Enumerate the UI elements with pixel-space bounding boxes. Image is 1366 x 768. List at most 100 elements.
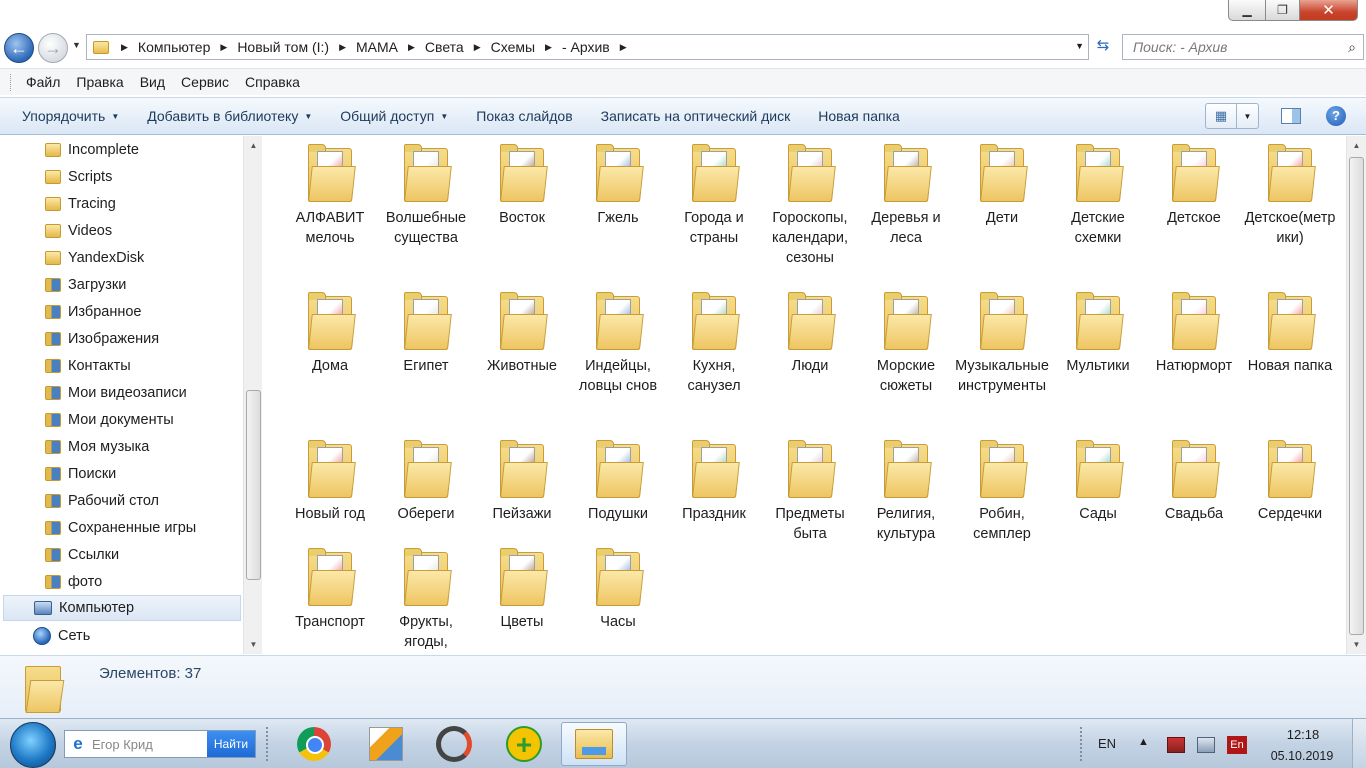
folder-item[interactable]: Религия, культура <box>859 432 953 544</box>
share-button[interactable]: Общий доступ ▼ <box>330 108 458 124</box>
address-bar[interactable]: ▶ Компьютер ▶ Новый том (I:) ▶ МАМА ▶ Света… <box>86 34 1089 60</box>
folder-item[interactable]: Индейцы, ловцы снов <box>571 284 665 396</box>
breadcrumb-schemes[interactable]: Схемы <box>491 39 535 55</box>
chevron-right-icon[interactable]: ▶ <box>474 42 481 53</box>
close-button[interactable]: ✕ <box>1300 0 1358 21</box>
folder-item[interactable]: АЛФАВИТ мелочь <box>283 136 377 248</box>
change-view-button[interactable]: ▦ <box>1205 103 1237 129</box>
folder-item[interactable]: Фрукты, ягоды, <box>379 540 473 652</box>
nav-item[interactable]: Контакты <box>45 353 131 379</box>
nav-item[interactable]: Scripts <box>45 164 112 190</box>
start-button[interactable] <box>10 722 56 768</box>
taskbar-search[interactable]: e Егор Крид Найти <box>64 730 256 758</box>
nav-item[interactable]: Ссылки <box>45 542 119 568</box>
folder-item[interactable]: Музыкальные инструменты <box>955 284 1049 396</box>
folder-item[interactable]: Детское <box>1147 136 1241 228</box>
nav-item[interactable]: Сохраненные игры <box>45 515 196 541</box>
slideshow-button[interactable]: Показ слайдов <box>466 108 582 124</box>
nav-item[interactable]: Videos <box>45 218 112 244</box>
folder-item[interactable]: Восток <box>475 136 569 228</box>
chevron-right-icon[interactable]: ▶ <box>545 42 552 53</box>
folder-item[interactable]: Новая папка <box>1243 284 1337 376</box>
burn-disc-button[interactable]: Записать на оптический диск <box>591 108 801 124</box>
nav-item-network[interactable]: Сеть <box>33 623 90 649</box>
content-scroll-thumb[interactable] <box>1349 157 1364 635</box>
photoscape-taskbar-button[interactable] <box>421 722 487 766</box>
scroll-up-icon[interactable]: ▲ <box>244 137 263 154</box>
explorer-taskbar-button[interactable] <box>561 722 627 766</box>
folder-item[interactable]: Детские схемки <box>1051 136 1145 248</box>
folder-item[interactable]: Морские сюжеты <box>859 284 953 396</box>
folder-item[interactable]: Кухня, санузел <box>667 284 761 396</box>
nav-scroll-thumb[interactable] <box>246 390 261 580</box>
folder-item[interactable]: Подушки <box>571 432 665 524</box>
chevron-right-icon[interactable]: ▶ <box>620 42 627 53</box>
nav-item[interactable]: фото <box>45 569 102 595</box>
clock-time[interactable]: 12:18 <box>1270 727 1336 742</box>
folder-item[interactable]: Египет <box>379 284 473 376</box>
organize-button[interactable]: Упорядочить ▼ <box>12 108 129 124</box>
folder-item[interactable]: Цветы <box>475 540 569 632</box>
folder-item[interactable]: Дома <box>283 284 377 376</box>
nav-item[interactable]: Tracing <box>45 191 116 217</box>
taskbar-search-input[interactable]: Егор Крид <box>92 737 207 752</box>
nav-item[interactable]: Рабочий стол <box>45 488 159 514</box>
folder-item[interactable]: Детское(метрики) <box>1243 136 1337 248</box>
folder-item[interactable]: Животные <box>475 284 569 376</box>
nav-item[interactable]: YandexDisk <box>45 245 144 271</box>
breadcrumb-mama[interactable]: МАМА <box>356 39 398 55</box>
content-scrollbar[interactable]: ▲ ▼ <box>1346 136 1366 654</box>
folder-item[interactable]: Предметы быта <box>763 432 857 544</box>
help-icon[interactable]: ? <box>1326 106 1346 126</box>
folder-item[interactable]: Волшебные существа <box>379 136 473 248</box>
folder-item[interactable]: Новый год <box>283 432 377 524</box>
scroll-up-icon[interactable]: ▲ <box>1347 137 1366 154</box>
chevron-right-icon[interactable]: ▶ <box>339 42 346 53</box>
nav-item[interactable]: Моя музыка <box>45 434 149 460</box>
forward-button[interactable]: → <box>38 33 68 63</box>
clock-date[interactable]: 05.10.2019 <box>1262 749 1342 763</box>
folder-item[interactable]: Дети <box>955 136 1049 228</box>
nav-item-computer[interactable]: Компьютер <box>3 595 241 621</box>
minimize-button[interactable]: ▁ <box>1228 0 1266 21</box>
breadcrumb-computer[interactable]: Компьютер <box>138 39 210 55</box>
folder-item[interactable]: Мультики <box>1051 284 1145 376</box>
scroll-down-icon[interactable]: ▼ <box>1347 636 1366 653</box>
folder-item[interactable]: Гороскопы, календари, сезоны <box>763 136 857 268</box>
new-folder-button[interactable]: Новая папка <box>808 108 910 124</box>
back-button[interactable]: ← <box>4 33 34 63</box>
app2-taskbar-button[interactable] <box>353 722 419 766</box>
breadcrumb-sveta[interactable]: Света <box>425 39 464 55</box>
chrome-taskbar-button[interactable] <box>281 722 347 766</box>
nav-scrollbar[interactable]: ▲ ▼ <box>243 136 262 654</box>
nav-item[interactable]: Incomplete <box>45 137 139 163</box>
search-icon[interactable]: ⌕ <box>1341 39 1363 56</box>
folder-item[interactable]: Деревья и леса <box>859 136 953 248</box>
show-desktop-button[interactable] <box>1352 719 1366 768</box>
breadcrumb-volume[interactable]: Новый том (I:) <box>237 39 329 55</box>
menu-edit[interactable]: Правка <box>68 74 131 90</box>
folder-item[interactable]: Сады <box>1051 432 1145 524</box>
folder-item[interactable]: Города и страны <box>667 136 761 248</box>
scroll-down-icon[interactable]: ▼ <box>244 636 263 653</box>
folder-item[interactable]: Праздник <box>667 432 761 524</box>
menu-tools[interactable]: Сервис <box>173 74 237 90</box>
add-to-library-button[interactable]: Добавить в библиотеку ▼ <box>137 108 322 124</box>
maximize-button[interactable]: ❐ <box>1266 0 1300 21</box>
nav-item[interactable]: Поиски <box>45 461 116 487</box>
menu-help[interactable]: Справка <box>237 74 308 90</box>
plus-app-taskbar-button[interactable]: + <box>491 722 557 766</box>
folder-item[interactable]: Робин, семплер <box>955 432 1049 544</box>
keyboard-layout-badge[interactable]: En <box>1227 736 1247 754</box>
refresh-icon[interactable]: ⇆ <box>1092 36 1114 56</box>
view-options-dropdown[interactable]: ▼ <box>1237 103 1259 129</box>
nav-item[interactable]: Мои видеозаписи <box>45 380 187 406</box>
nav-item[interactable]: Изображения <box>45 326 159 352</box>
folder-item[interactable]: Свадьба <box>1147 432 1241 524</box>
folder-item[interactable]: Гжель <box>571 136 665 228</box>
folder-item[interactable]: Обереги <box>379 432 473 524</box>
chevron-right-icon[interactable]: ▶ <box>121 42 128 53</box>
search-input[interactable]: Поиск: - Архив ⌕ <box>1122 34 1364 60</box>
nav-item[interactable]: Избранное <box>45 299 141 325</box>
folder-item[interactable]: Сердечки <box>1243 432 1337 524</box>
